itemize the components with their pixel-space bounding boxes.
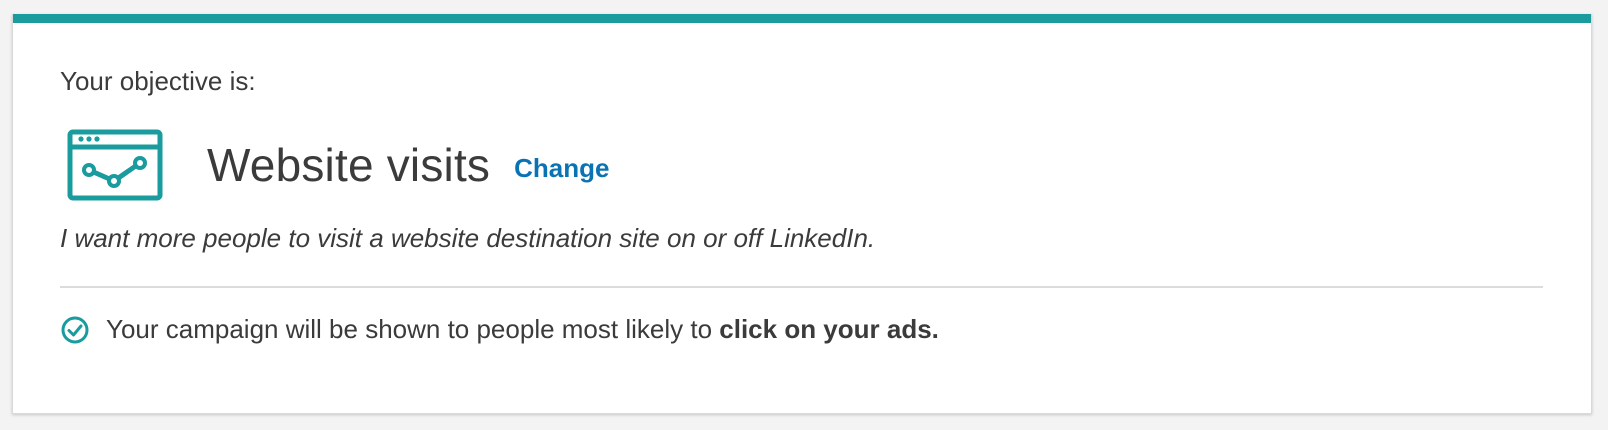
campaign-note-emphasis: click on your ads. [719, 314, 939, 344]
check-circle-icon [60, 315, 90, 345]
website-visits-icon [67, 129, 163, 201]
objective-title: Website visits [207, 139, 491, 191]
campaign-note-prefix: Your campaign will be shown to people mo… [106, 314, 720, 344]
accent-bar [13, 14, 1591, 23]
campaign-note-text: Your campaign will be shown to people mo… [106, 314, 939, 345]
campaign-note: Your campaign will be shown to people mo… [60, 314, 939, 345]
objective-card: Your objective is: Website visits Change… [12, 14, 1592, 414]
divider [60, 286, 1543, 288]
objective-description: I want more people to visit a website de… [60, 223, 876, 253]
change-objective-link[interactable]: Change [514, 153, 609, 184]
objective-label: Your objective is: [60, 66, 256, 96]
objective-row: Website visits Change [67, 117, 609, 213]
